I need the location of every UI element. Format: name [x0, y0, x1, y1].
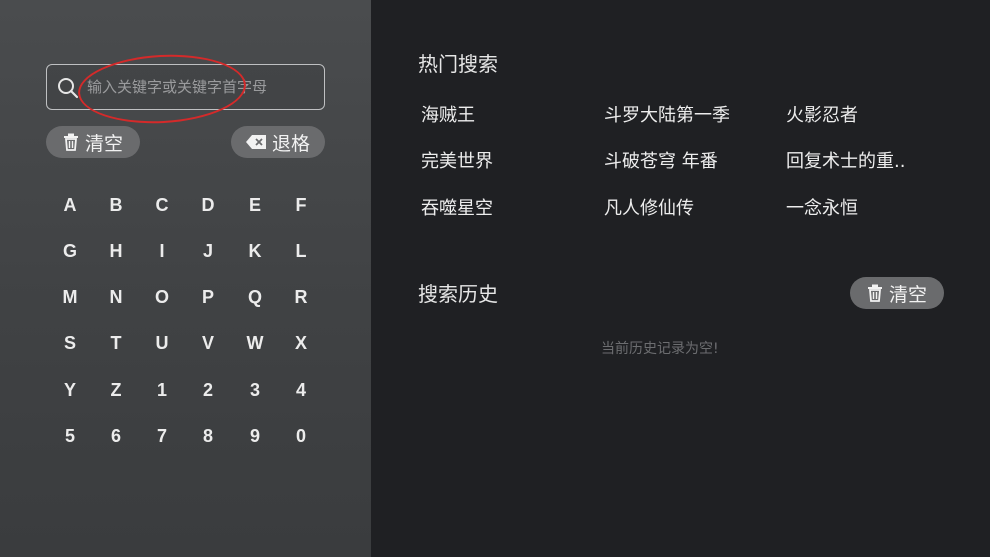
key-Q[interactable]: Q	[232, 274, 278, 320]
key-Z[interactable]: Z	[93, 367, 139, 413]
clear-history-button[interactable]: 清空	[850, 277, 944, 309]
trash-icon	[63, 133, 79, 151]
key-6[interactable]: 6	[93, 413, 139, 459]
key-J[interactable]: J	[185, 228, 231, 274]
key-L[interactable]: L	[278, 228, 324, 274]
key-G[interactable]: G	[47, 228, 93, 274]
hot-search-item[interactable]: 吞噬星空	[421, 194, 493, 220]
hot-search-item[interactable]: 火影忍者	[786, 101, 858, 127]
key-7[interactable]: 7	[139, 413, 185, 459]
key-B[interactable]: B	[93, 182, 139, 228]
hot-search-item[interactable]: 海贼王	[421, 101, 475, 127]
key-T[interactable]: T	[93, 320, 139, 366]
key-I[interactable]: I	[139, 228, 185, 274]
key-F[interactable]: F	[278, 182, 324, 228]
clear-input-button[interactable]: 清空	[46, 126, 140, 158]
key-W[interactable]: W	[232, 320, 278, 366]
key-H[interactable]: H	[93, 228, 139, 274]
key-M[interactable]: M	[47, 274, 93, 320]
backspace-button[interactable]: 退格	[231, 126, 325, 158]
key-4[interactable]: 4	[278, 367, 324, 413]
key-K[interactable]: K	[232, 228, 278, 274]
key-2[interactable]: 2	[185, 367, 231, 413]
key-R[interactable]: R	[278, 274, 324, 320]
search-box[interactable]	[46, 64, 325, 110]
search-history-title: 搜索历史	[418, 282, 498, 306]
key-C[interactable]: C	[139, 182, 185, 228]
hot-search-item[interactable]: 凡人修仙传	[604, 194, 694, 220]
key-D[interactable]: D	[185, 182, 231, 228]
key-8[interactable]: 8	[185, 413, 231, 459]
clear-input-label: 清空	[84, 132, 123, 155]
hot-search-item[interactable]: 斗破苍穹 年番	[604, 147, 718, 173]
key-P[interactable]: P	[185, 274, 231, 320]
hot-search-item[interactable]: 完美世界	[421, 147, 493, 173]
key-V[interactable]: V	[185, 320, 231, 366]
search-input[interactable]	[87, 73, 317, 101]
backspace-icon	[245, 135, 266, 149]
key-Y[interactable]: Y	[47, 367, 93, 413]
key-3[interactable]: 3	[232, 367, 278, 413]
clear-history-label: 清空	[888, 283, 927, 306]
key-0[interactable]: 0	[278, 413, 324, 459]
key-E[interactable]: E	[232, 182, 278, 228]
key-9[interactable]: 9	[232, 413, 278, 459]
key-1[interactable]: 1	[139, 367, 185, 413]
backspace-label: 退格	[271, 132, 310, 155]
trash-icon	[867, 284, 883, 302]
key-U[interactable]: U	[139, 320, 185, 366]
hot-search-item[interactable]: 斗罗大陆第一季	[604, 101, 730, 127]
hot-search-item[interactable]: 回复术士的重..	[786, 147, 905, 173]
hot-search-title: 热门搜索	[418, 52, 498, 76]
hot-search-item[interactable]: 一念永恒	[786, 194, 858, 220]
key-N[interactable]: N	[93, 274, 139, 320]
key-A[interactable]: A	[47, 182, 93, 228]
key-5[interactable]: 5	[47, 413, 93, 459]
history-empty-message: 当前历史记录为空!	[601, 341, 719, 357]
key-O[interactable]: O	[139, 274, 185, 320]
search-icon	[57, 77, 79, 99]
key-S[interactable]: S	[47, 320, 93, 366]
key-X[interactable]: X	[278, 320, 324, 366]
